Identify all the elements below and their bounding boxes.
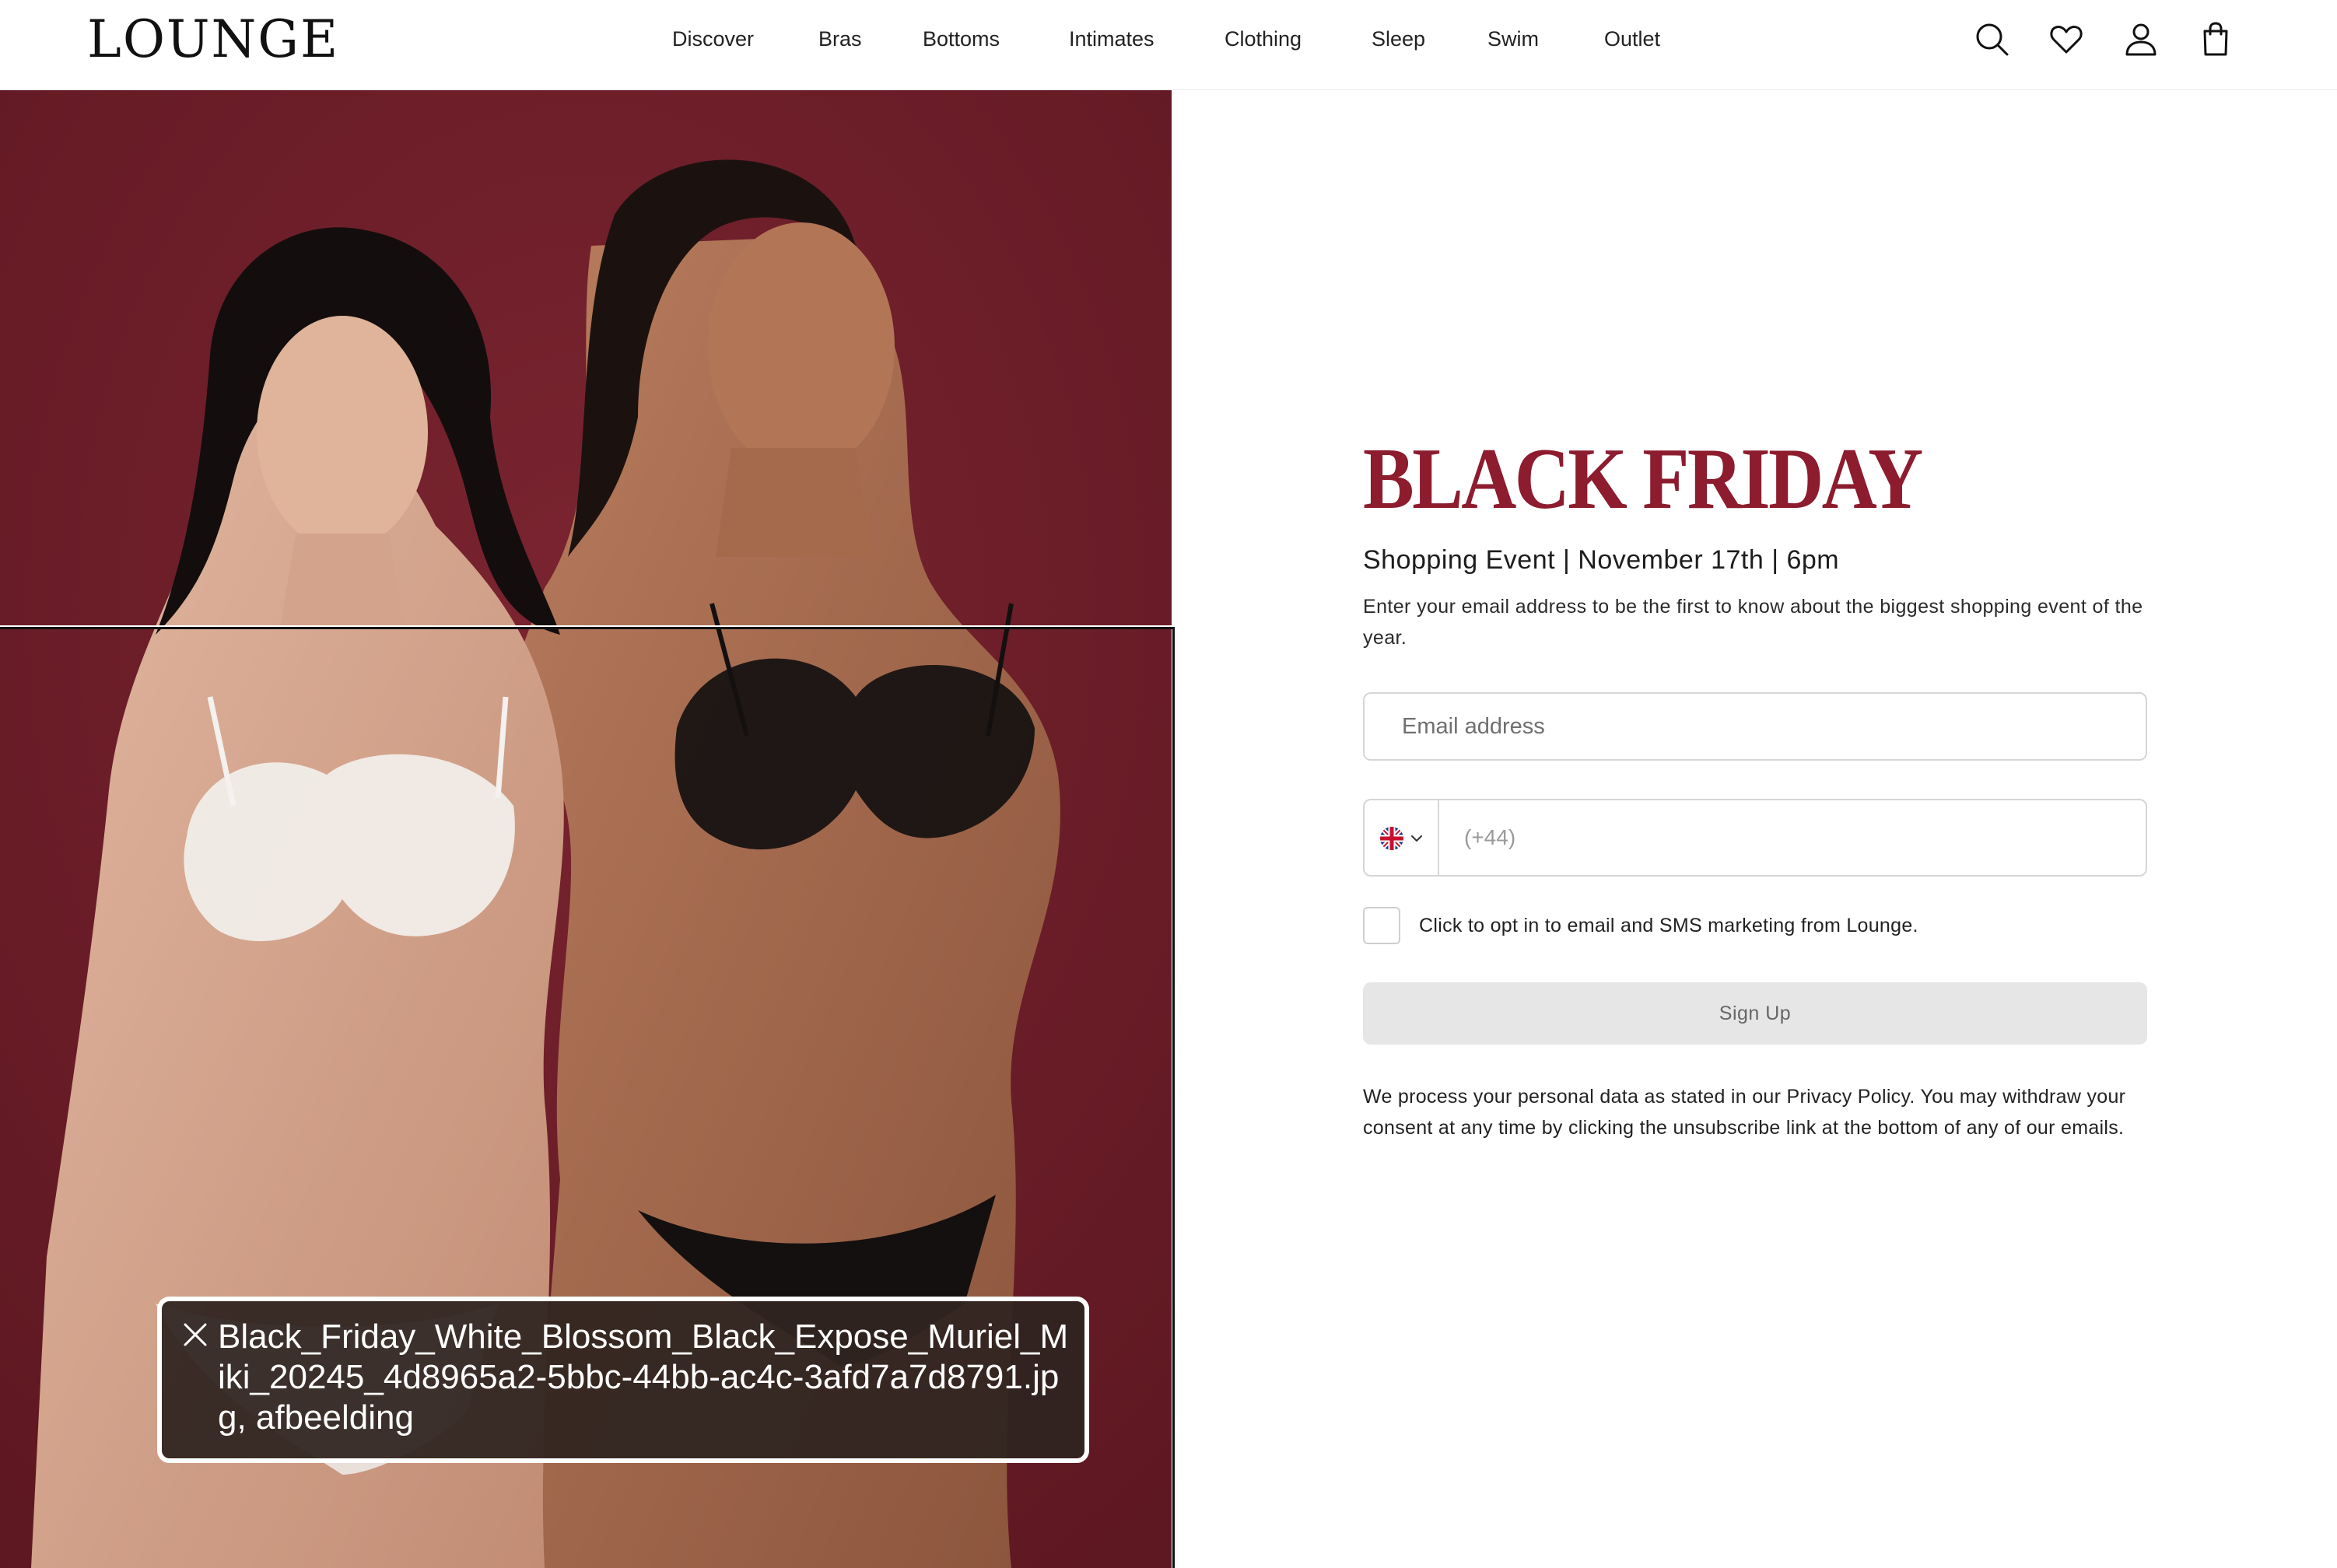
nav-item-bras[interactable]: Bras xyxy=(818,25,862,53)
privacy-notice: We process your personal data as stated … xyxy=(1363,1086,2126,1139)
bag-icon[interactable] xyxy=(2197,20,2234,58)
marketing-optin: Click to opt in to email and SMS marketi… xyxy=(1363,907,2147,944)
nav-item-outlet[interactable]: Outlet xyxy=(1604,25,1660,53)
site-header: LOUNGE Discover Bras Bottoms Intimates C… xyxy=(0,0,2337,90)
sign-up-button[interactable]: Sign Up xyxy=(1363,982,2147,1045)
phone-field-wrapper xyxy=(1363,799,2147,877)
nav-item-intimates[interactable]: Intimates xyxy=(1069,25,1154,53)
signup-description: Enter your email address to be the first… xyxy=(1363,596,2143,649)
optin-label[interactable]: Click to opt in to email and SMS marketi… xyxy=(1419,912,1918,940)
page-title: BLACK FRIDAY xyxy=(1363,431,1923,527)
caption-text: Black_Friday_White_Blossom_Black_Expose_… xyxy=(218,1318,1069,1437)
email-field-wrapper xyxy=(1363,692,2147,761)
chevron-down-icon xyxy=(1410,831,1424,845)
heart-icon[interactable] xyxy=(2048,20,2085,58)
close-icon[interactable] xyxy=(182,1321,208,1348)
uk-flag-icon xyxy=(1380,827,1403,850)
email-field[interactable] xyxy=(1365,694,2146,759)
image-alt-caption: Black_Friday_White_Blossom_Black_Expose_… xyxy=(157,1297,1089,1463)
search-icon[interactable] xyxy=(1973,20,2010,58)
nav-item-sleep[interactable]: Sleep xyxy=(1372,25,1425,53)
nav-item-discover[interactable]: Discover xyxy=(672,25,754,53)
phone-field[interactable] xyxy=(1439,800,2146,875)
nav-item-clothing[interactable]: Clothing xyxy=(1225,25,1302,53)
optin-checkbox[interactable] xyxy=(1363,907,1400,944)
nav-item-bottoms[interactable]: Bottoms xyxy=(923,25,1000,53)
account-icon[interactable] xyxy=(2122,20,2160,58)
nav-item-swim[interactable]: Swim xyxy=(1487,25,1539,53)
country-code-select[interactable] xyxy=(1365,800,1439,875)
event-subtitle: Shopping Event | November 17th | 6pm xyxy=(1363,545,1840,575)
signup-panel: BLACK FRIDAY Shopping Event | November 1… xyxy=(1363,431,2149,1139)
